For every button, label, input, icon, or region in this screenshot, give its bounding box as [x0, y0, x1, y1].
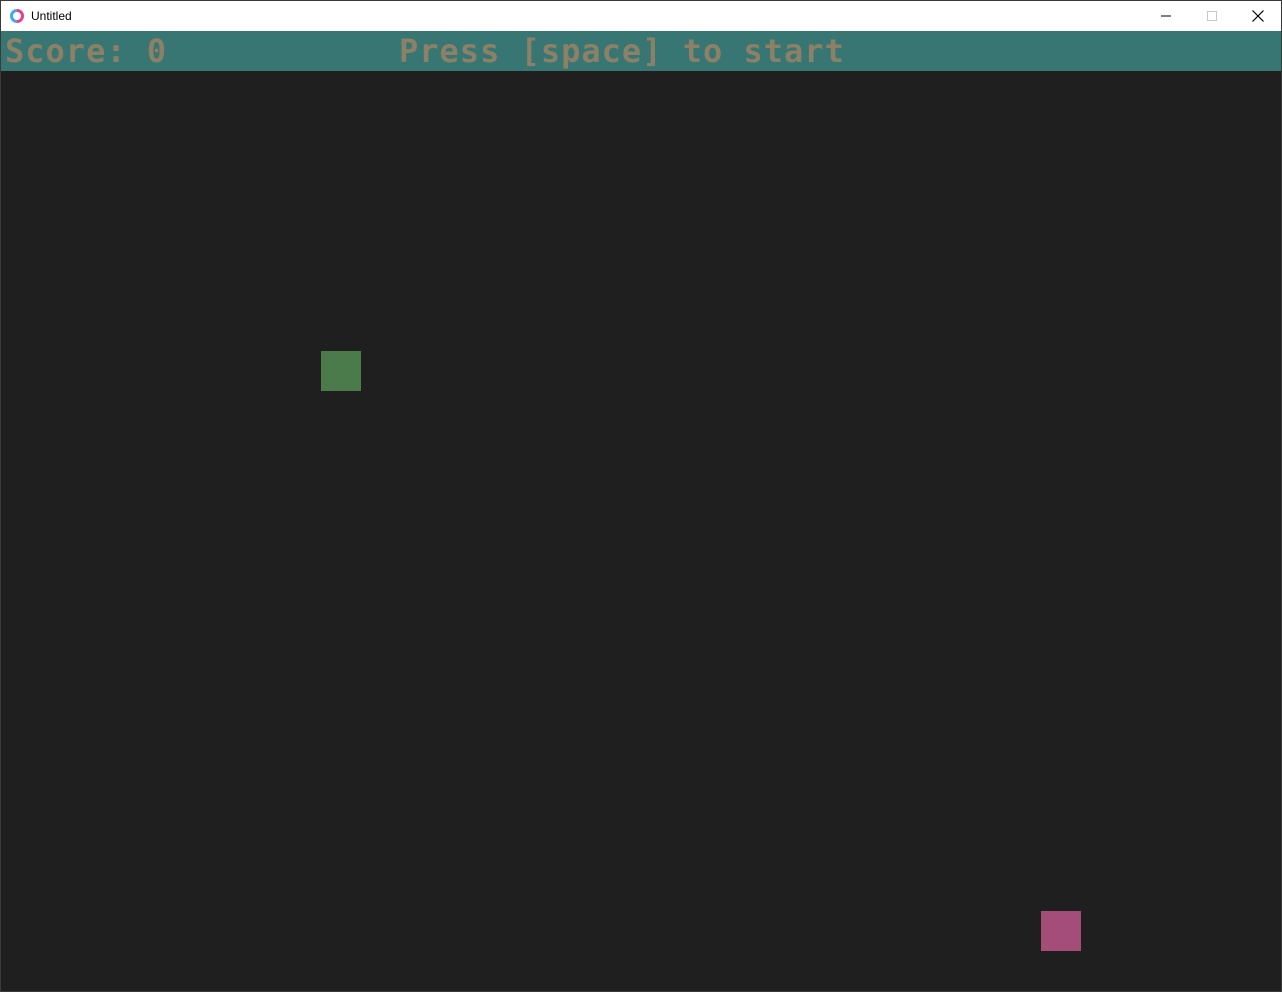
game-field[interactable]: [1, 71, 1281, 991]
close-icon: [1252, 10, 1264, 22]
minimize-button[interactable]: [1143, 1, 1189, 31]
food-item: [1041, 911, 1081, 951]
game-window: Untitled Score: 0 Press [space] to start: [0, 0, 1282, 992]
maximize-icon: [1207, 11, 1217, 21]
maximize-button[interactable]: [1189, 1, 1235, 31]
minimize-icon: [1161, 15, 1171, 17]
title-bar[interactable]: Untitled: [1, 1, 1281, 31]
snake-head: [321, 351, 361, 391]
score-label: Score: 0: [5, 32, 168, 70]
hud-bar: Score: 0 Press [space] to start: [1, 31, 1281, 71]
start-prompt: Press [space] to start: [399, 32, 845, 70]
window-title: Untitled: [31, 9, 72, 23]
window-controls: [1143, 1, 1281, 31]
close-button[interactable]: [1235, 1, 1281, 31]
app-logo-icon: [10, 9, 24, 23]
